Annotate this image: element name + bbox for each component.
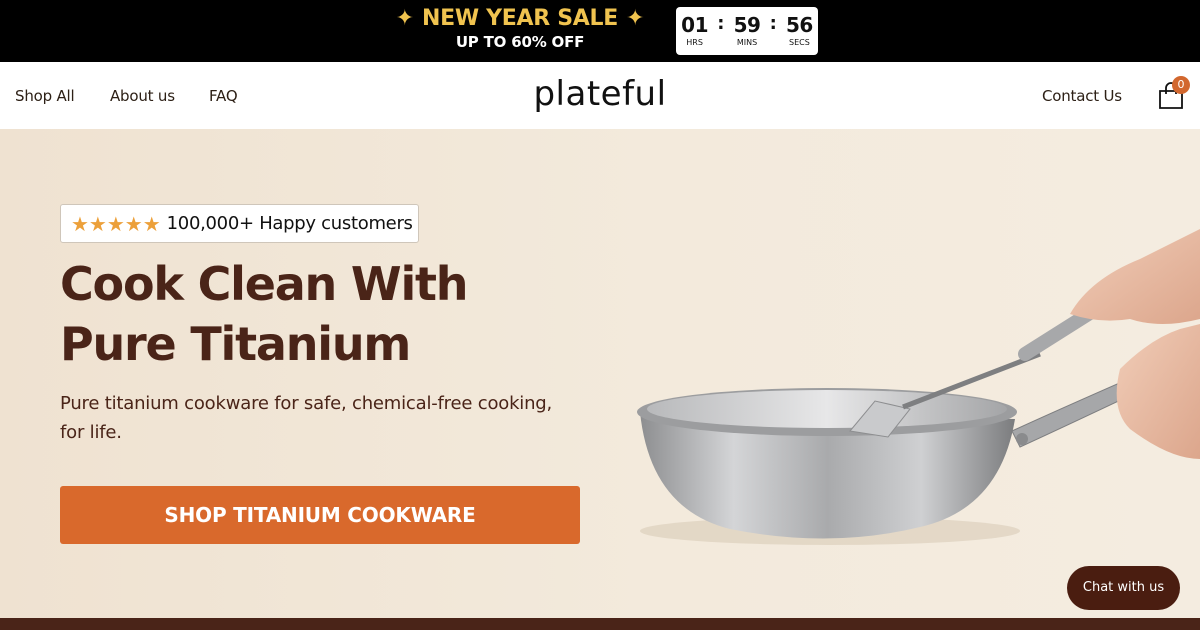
hero-section: ★★★★★ 100,000+ Happy customers Cook Clea… <box>0 129 1200 618</box>
countdown-timer: 01 HRS : 59 MINS : 56 SECS <box>676 7 818 55</box>
promo-subtitle: UP TO 60% OFF <box>455 33 585 51</box>
cart-count-badge: 0 <box>1172 76 1190 94</box>
countdown-seconds-value: 56 <box>785 13 813 37</box>
countdown-minutes-label: MINS <box>736 38 758 47</box>
site-header: Shop All About us FAQ plateful Contact U… <box>0 62 1200 129</box>
sparkle-icon: ✦ <box>395 6 414 31</box>
shop-titanium-cookware-button[interactable]: SHOP TITANIUM COOKWARE <box>60 486 580 544</box>
rating-badge: ★★★★★ 100,000+ Happy customers <box>60 204 419 243</box>
frying-pan-image <box>637 229 1200 545</box>
site-logo[interactable]: plateful <box>532 72 668 116</box>
chat-with-us-button[interactable]: Chat with us <box>1067 566 1180 610</box>
rating-text: 100,000+ Happy customers <box>166 213 413 234</box>
promo-banner: ✦ NEW YEAR SALE ✦ UP TO 60% OFF 01 HRS :… <box>0 0 1200 62</box>
promo-title: NEW YEAR SALE <box>422 6 618 31</box>
hero-title: Cook Clean With Pure Titanium <box>60 257 469 371</box>
countdown-separator: : <box>769 13 777 34</box>
nav-contact-us[interactable]: Contact Us <box>1042 86 1122 106</box>
nav-faq[interactable]: FAQ <box>209 86 238 106</box>
countdown-seconds: 56 SECS <box>781 14 818 48</box>
countdown-hours-label: HRS <box>686 38 703 47</box>
nav-about-us[interactable]: About us <box>110 86 175 106</box>
hero-subtitle: Pure titanium cookware for safe, chemica… <box>60 393 553 443</box>
promo-text: ✦ NEW YEAR SALE ✦ UP TO 60% OFF <box>380 6 660 52</box>
section-divider <box>0 618 1200 630</box>
countdown-hours: 01 HRS <box>676 14 713 48</box>
countdown-minutes: 59 MINS <box>728 14 765 48</box>
countdown-minutes-value: 59 <box>733 13 761 37</box>
sparkle-icon: ✦ <box>625 6 645 31</box>
countdown-hours-value: 01 <box>681 13 709 37</box>
countdown-seconds-label: SECS <box>789 38 810 47</box>
nav-shop-all[interactable]: Shop All <box>15 86 75 106</box>
star-rating-icon: ★★★★★ <box>71 211 161 236</box>
countdown-separator: : <box>717 13 725 34</box>
